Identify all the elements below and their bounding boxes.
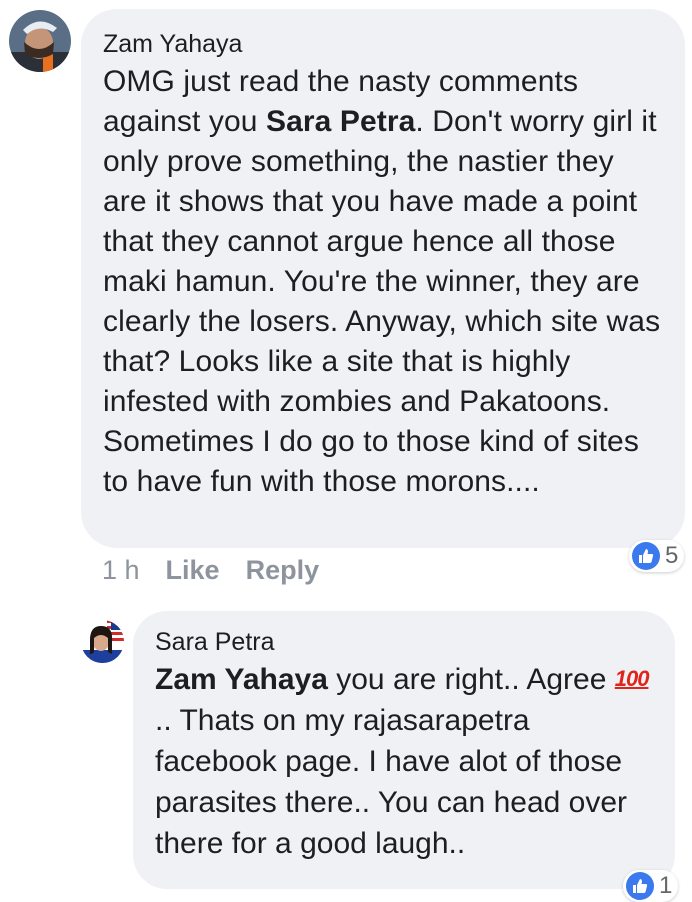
reply-author[interactable]: Sara Petra — [155, 627, 655, 657]
avatar-sara-petra[interactable] — [81, 620, 124, 663]
reply-text-before: you are right.. Agree — [327, 663, 615, 696]
comment-text: OMG just read the nasty comments against… — [103, 62, 665, 502]
avatar-zam-yahaya[interactable] — [9, 10, 71, 72]
hundred-points-icon: 100 — [614, 666, 650, 691]
reply-text: Zam Yahaya you are right.. Agree 100 .. … — [155, 658, 655, 864]
reply-reactions[interactable]: 1 — [623, 870, 679, 902]
reply-text-after: .. Thats on my rajasarapetra facebook pa… — [155, 704, 628, 860]
like-thumb-icon — [626, 872, 654, 900]
comment-bubble[interactable]: Zam Yahaya OMG just read the nasty comme… — [81, 9, 685, 548]
like-button[interactable]: Like — [166, 555, 220, 585]
reply-reaction-count: 1 — [659, 872, 673, 899]
comment-author[interactable]: Zam Yahaya — [103, 29, 665, 59]
reply-button[interactable]: Reply — [246, 555, 320, 585]
reply-bubble[interactable]: Sara Petra Zam Yahaya you are right.. Ag… — [133, 611, 675, 889]
like-thumb-icon — [632, 542, 660, 570]
comment-mention[interactable]: Sara Petra — [266, 105, 415, 138]
reply-mention[interactable]: Zam Yahaya — [155, 663, 328, 696]
comment-timestamp[interactable]: 1 h — [102, 555, 140, 585]
comment-actions: 1 h Like Reply — [102, 555, 345, 586]
comment-text-after: . Don't worry girl it only prove somethi… — [103, 105, 661, 498]
comment-reactions[interactable]: 5 — [629, 540, 685, 572]
comment-zam-yahaya: Zam Yahaya OMG just read the nasty comme… — [0, 0, 692, 600]
reply-sara-petra: Sara Petra Zam Yahaya you are right.. Ag… — [0, 600, 692, 902]
comment-reaction-count: 5 — [665, 542, 679, 569]
